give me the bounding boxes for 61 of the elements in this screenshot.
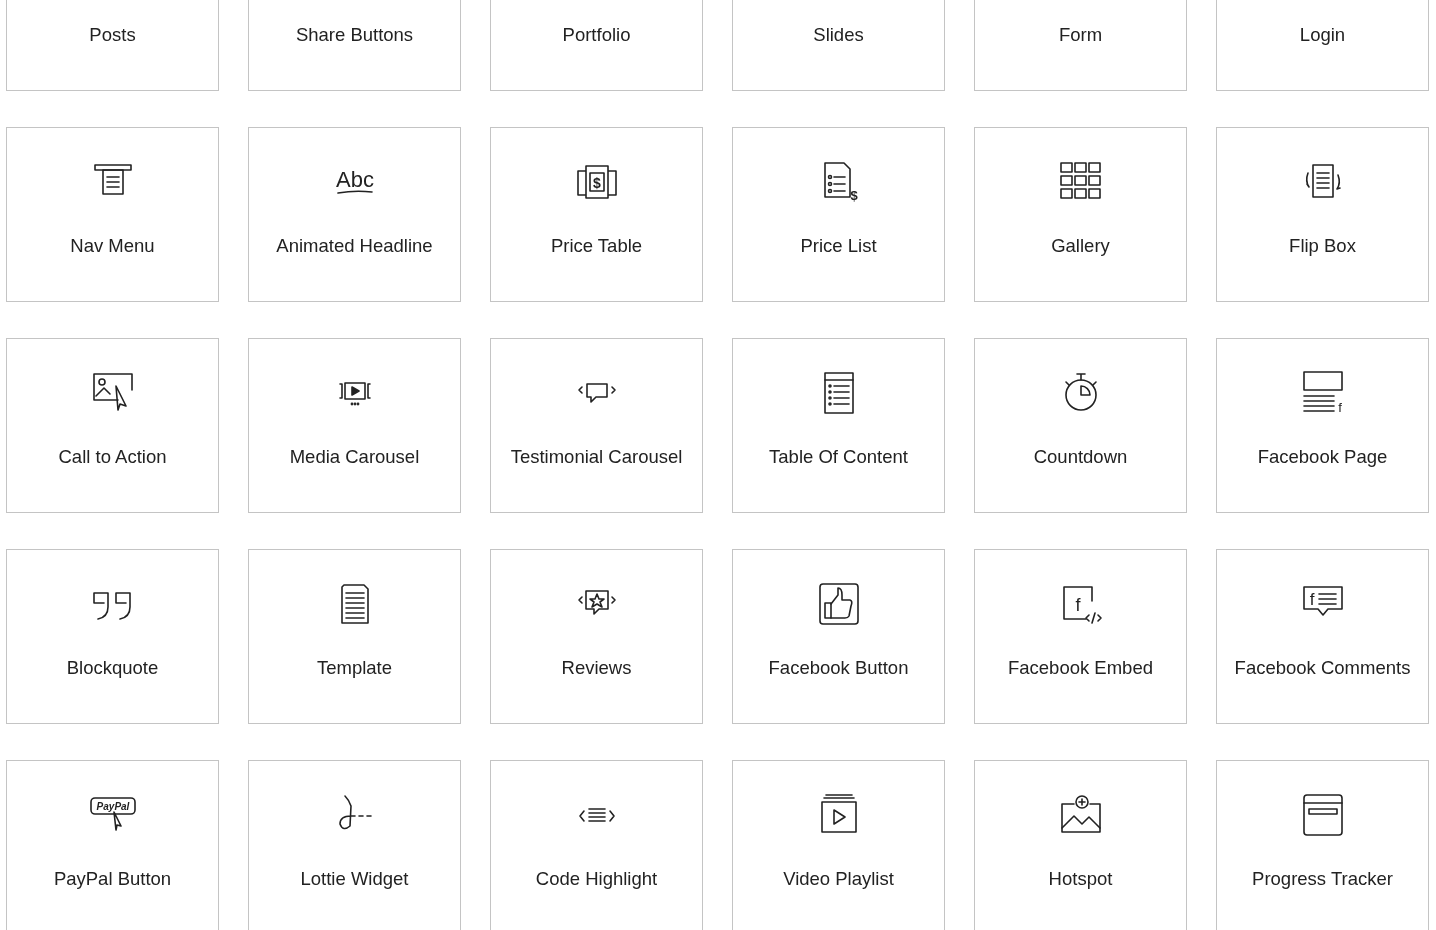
widget-tile[interactable]: f Facebook Embed — [974, 549, 1187, 724]
widget-label: Login — [1299, 24, 1346, 46]
widget-label: Slides — [813, 24, 864, 46]
widget-label: Gallery — [1051, 235, 1110, 257]
widget-label: Code Highlight — [535, 868, 658, 890]
widget-label: Facebook Page — [1257, 446, 1388, 468]
widget-label: Media Carousel — [289, 446, 420, 468]
widget-label: Form — [1058, 24, 1103, 46]
widget-tile[interactable]: Testimonial Carousel — [490, 338, 703, 513]
widget-label: Posts — [89, 24, 136, 46]
widget-tile[interactable]: Table Of Content — [732, 338, 945, 513]
widget-tile[interactable]: Video Playlist — [732, 760, 945, 930]
widget-tile[interactable]: Gallery — [974, 127, 1187, 302]
widget-tile[interactable]: Blockquote — [6, 549, 219, 724]
widget-label: Table Of Content — [769, 446, 908, 468]
widget-tile[interactable]: Login — [1216, 0, 1429, 91]
widget-label: Facebook Comments — [1234, 657, 1411, 679]
widget-tile[interactable]: $ Price List — [732, 127, 945, 302]
widget-tile[interactable]: Template — [248, 549, 461, 724]
code-icon — [577, 808, 616, 823]
widget-tile[interactable]: Nav Menu — [6, 127, 219, 302]
widget-tile[interactable]: Posts — [6, 0, 219, 91]
widget-tile[interactable]: Hotspot — [974, 760, 1187, 930]
widget-tile[interactable]: Reviews — [490, 549, 703, 724]
widget-tile[interactable]: Call to Action — [6, 338, 219, 513]
widget-label: Animated Headline — [276, 235, 433, 257]
widget-tile[interactable]: Lottie Widget — [248, 760, 461, 930]
widget-tile[interactable]: f Facebook Comments — [1216, 549, 1429, 724]
widget-tile[interactable]: Flip Box — [1216, 127, 1429, 302]
widget-label: Share Buttons — [295, 24, 414, 46]
widget-label: PayPal Button — [53, 868, 172, 890]
widget-tile[interactable]: f Facebook Page — [1216, 338, 1429, 513]
widget-tile[interactable]: Slides — [732, 0, 945, 91]
widget-label: Flip Box — [1289, 235, 1356, 257]
widget-label: Portfolio — [562, 24, 631, 46]
widget-tile[interactable]: Code Highlight — [490, 760, 703, 930]
widget-tile[interactable]: Abc Animated Headline — [248, 127, 461, 302]
widget-tile[interactable]: Countdown — [974, 338, 1187, 513]
widget-label: Testimonial Carousel — [510, 446, 683, 468]
widget-tile[interactable]: Facebook Button — [732, 549, 945, 724]
widget-label: Call to Action — [58, 446, 167, 468]
widget-label: Blockquote — [66, 657, 159, 679]
widget-tile[interactable]: Portfolio — [490, 0, 703, 91]
widget-label: Progress Tracker — [1252, 868, 1393, 890]
widget-tile[interactable]: PayPal PayPal Button — [6, 760, 219, 930]
widget-label: Price List — [800, 235, 877, 257]
widget-tile[interactable]: Form — [974, 0, 1187, 91]
widget-tile[interactable]: Media Carousel — [248, 338, 461, 513]
widget-tile[interactable]: Share Buttons — [248, 0, 461, 91]
widget-label: Price Table — [550, 235, 643, 257]
widget-label: Nav Menu — [70, 235, 155, 257]
widget-tile[interactable]: Progress Tracker — [1216, 760, 1429, 930]
widget-label: Video Playlist — [783, 868, 894, 890]
widget-label: Facebook Button — [768, 657, 909, 679]
widget-label: Hotspot — [1048, 868, 1113, 890]
widget-label: Template — [316, 657, 393, 679]
widget-label: Reviews — [561, 657, 632, 679]
widget-tile[interactable]: $ Price Table — [490, 127, 703, 302]
widget-label: Countdown — [1033, 446, 1128, 468]
widget-label: Facebook Embed — [1008, 657, 1153, 679]
widget-label: Lottie Widget — [300, 868, 409, 890]
